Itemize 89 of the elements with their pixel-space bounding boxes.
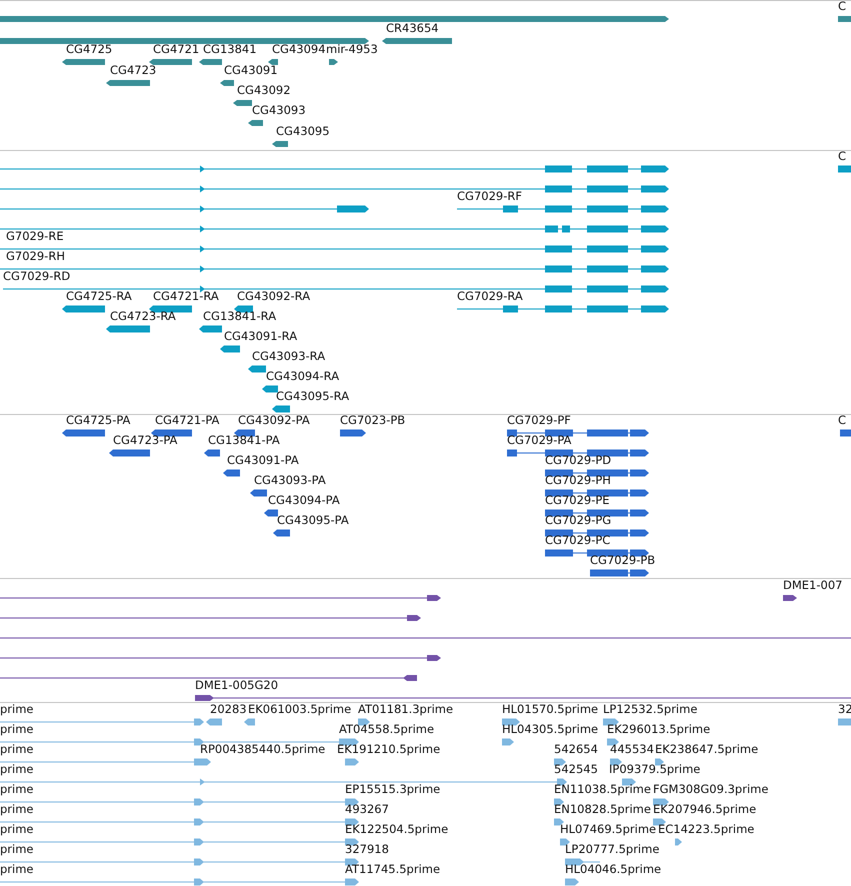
feature-label: HL07469.5prime [560,823,656,836]
feature-label: CG7029-PB [590,554,656,567]
gene-glyph[interactable] [0,36,369,46]
feature-label: mir-4953 [326,43,378,56]
feature-label: LP20777.5prime [565,843,660,856]
feature-label: prime [0,823,34,836]
feature-label: CG4721-PA [155,415,220,427]
clone-glyph[interactable] [0,613,421,623]
feature-label: C [838,415,846,427]
feature-label: RP004385440.5prime [200,743,326,756]
feature-label: CG7029-PC [545,534,610,547]
feature-label: CG4725 [66,43,112,56]
feature-label: 542545 [554,763,598,776]
feature-label: CG7029-PG [545,514,612,527]
feature-label: CG7029-RF [457,190,522,203]
feature-label: prime [0,723,34,736]
feature-label: CG4723-RA [110,310,176,323]
feature-label: prime [0,803,34,816]
feature-label: HL01570.5prime [502,703,598,716]
feature-label: CG43093-RA [252,350,326,363]
feature-label: CG43095-PA [277,514,349,527]
feature-label: CG43094 [272,43,326,56]
feature-label: CG7029-PA [507,434,572,447]
feature-label: CG7023-PB [340,415,406,427]
feature-label: CG13841 [203,43,257,56]
feature-label: CG43094-RA [266,370,340,383]
feature-label: CG4721 [153,43,200,56]
feature-label: FGM308G09.3prime [653,783,768,796]
feature-label: CG13841-PA [208,434,280,447]
feature-label: CG7029-PF [507,415,571,427]
feature-label: 327918 [345,843,389,856]
feature-label: EK191210.5prime [337,743,440,756]
feature-label: CG43091-RA [224,330,298,343]
feature-label: EK061003.5prime [248,703,352,716]
feature-label: EK296013.5prime [607,723,710,736]
feature-label: CG43091-PA [227,454,299,467]
feature-label: CG4721-RA [153,290,219,303]
feature-label: EN10828.5prime [554,803,651,816]
clone-glyph[interactable] [0,653,441,663]
feature-label: G7029-RH [6,250,65,263]
feature-label: CG43095-RA [276,390,350,403]
feature-label: CG43093-PA [254,474,326,487]
feature-label: AT01181.3prime [358,703,454,716]
feature-label: CG7029-RA [457,290,523,303]
feature-label: EC14223.5prime [658,823,754,836]
feature-label: EP15515.3prime [345,783,440,796]
feature-label: CG43092-RA [237,290,310,303]
feature-label: prime [0,763,34,776]
feature-label: G7029-RE [6,230,64,243]
feature-label: CG4725-RA [66,290,132,303]
feature-label: prime [0,703,34,716]
feature-label: 445534 [610,743,654,756]
feature-label: HL04305.5prime [502,723,598,736]
feature-label: 20283 [210,703,247,716]
feature-label: AT04558.5prime [339,723,434,736]
feature-label: CG7029-PD [545,454,612,467]
feature-label: CG7029-PE [545,494,610,507]
feature-label: CG4723 [110,64,156,77]
feature-label: HL04046.5prime [565,863,662,876]
feature-label: EK207946.5prime [653,803,756,816]
feature-label: CG7029-PH [545,474,611,487]
feature-label: CG43092 [237,84,291,97]
feature-label: CG4723-PA [113,434,178,447]
feature-label: IP09379.5prime [609,763,700,776]
feature-label: CG43093 [252,104,306,117]
feature-label: CG13841-RA [203,310,276,323]
feature-label: 493267 [345,803,389,816]
feature-label: CG7029-RD [3,270,70,283]
feature-label: EK122504.5prime [345,823,448,836]
feature-label: CG43095 [276,125,330,138]
feature-label: 542654 [554,743,598,756]
feature-label: C [838,151,846,163]
feature-label: DME1-007 [783,579,842,592]
feature-label: CG4725-PA [66,415,130,427]
feature-label: C [838,1,846,13]
feature-label: EK238647.5prime [655,743,758,756]
feature-label: AT11745.5prime [345,863,440,876]
feature-label: CG43094-PA [268,494,340,507]
feature-label: prime [0,783,34,796]
feature-label: EN11038.5prime [554,783,651,796]
feature-label: prime [0,743,34,756]
feature-label: prime [0,863,34,876]
feature-label: LP12532.5prime [603,703,698,716]
feature-label: CG43091 [224,64,278,77]
clone-glyph[interactable] [0,593,441,603]
feature-label: CG43092-PA [238,415,310,427]
feature-label: DME1-005G20 [195,679,278,692]
feature-label: CR43654 [386,22,439,35]
feature-label: prime [0,843,34,856]
